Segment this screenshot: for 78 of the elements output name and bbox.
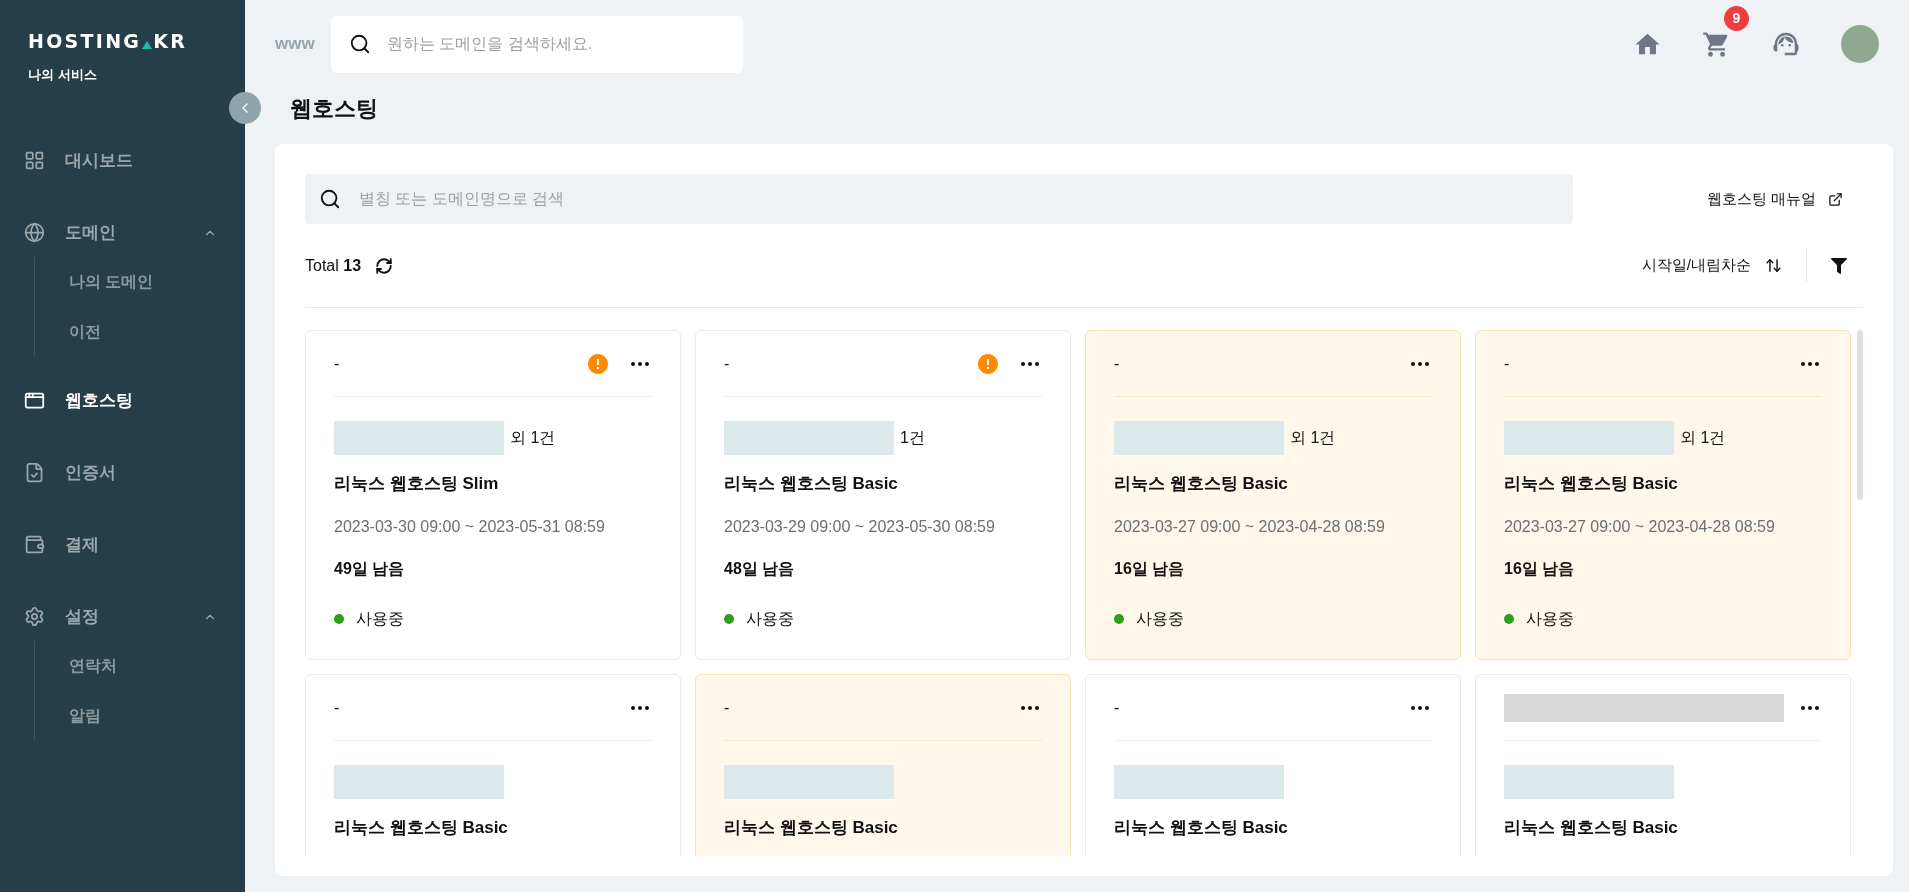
- logo: HOSTING KR: [28, 32, 189, 51]
- hosting-card[interactable]: - 리눅스 웹호스팅 Basic: [695, 674, 1071, 856]
- more-icon: [631, 705, 649, 710]
- sort-icon: [1765, 257, 1782, 274]
- nav-item[interactable]: 결제: [0, 508, 245, 581]
- window-icon: [24, 390, 45, 411]
- service-period: 2023-03-27 09:00 ~ 2023-04-28 08:59: [1504, 516, 1776, 537]
- domain-search-field[interactable]: 원하는 도메인을 검색하세요.: [330, 15, 743, 73]
- hosting-card[interactable]: - 외 1건 리눅스 웹호스팅 Slim 2023-03-30 09:00 ~ 2023-05-31 08:59 49일 남음 사용중: [305, 330, 681, 660]
- product-name: 리눅스 웹호스팅 Basic: [1114, 473, 1289, 495]
- more-icon: [1021, 361, 1039, 366]
- hosting-card[interactable]: - 외 1건 리눅스 웹호스팅 Basic 2023-03-27 09:00 ~ 2023-04-28 08:59 16일 남음 사용중: [1085, 330, 1461, 660]
- card-title: -: [334, 697, 340, 718]
- nav-subitem[interactable]: 이전: [35, 306, 245, 357]
- more-icon: [1801, 361, 1819, 366]
- more-icon: [1411, 705, 1429, 710]
- search-icon: [319, 188, 341, 210]
- hosting-card[interactable]: - 외 1건 리눅스 웹호스팅 Basic 2023-03-27 09:00 ~ 2023-04-28 08:59 16일 남음 사용중: [1475, 330, 1851, 660]
- domain-count: 외 1건: [1290, 428, 1336, 448]
- days-remaining: 16일 남음: [1504, 558, 1576, 579]
- product-name: 리눅스 웹호스팅 Basic: [1504, 817, 1679, 839]
- www-label: www: [275, 33, 315, 56]
- domain-count: 1건: [900, 428, 925, 448]
- days-remaining: 49일 남음: [334, 558, 406, 579]
- domain-count: 외 1건: [510, 428, 556, 448]
- service-period: 2023-03-29 09:00 ~ 2023-05-30 08:59: [724, 516, 996, 537]
- collapse-button[interactable]: [229, 92, 261, 124]
- card-title: -: [1114, 353, 1120, 374]
- more-icon: [1411, 361, 1429, 366]
- hosting-card[interactable]: 리눅스 웹호스팅 Basic: [1475, 674, 1851, 856]
- card-title: -: [724, 353, 730, 374]
- document-check-icon: [24, 462, 45, 483]
- manual-link[interactable]: 웹호스팅 매뉴얼: [1593, 187, 1863, 211]
- card-title: -: [1114, 697, 1120, 718]
- days-remaining: 48일 남음: [724, 558, 796, 579]
- more-icon: [1021, 705, 1039, 710]
- domain-count: 외 1건: [1680, 428, 1726, 448]
- status-label: 사용중: [746, 608, 794, 629]
- card-title: -: [1504, 353, 1510, 374]
- product-name: 리눅스 웹호스팅 Slim: [334, 473, 500, 495]
- product-name: 리눅스 웹호스팅 Basic: [1114, 817, 1289, 839]
- more-icon: [1801, 705, 1819, 710]
- more-icon: [631, 361, 649, 366]
- scrollbar[interactable]: [1857, 330, 1863, 500]
- sidebar-subtitle: 나의 서비스: [28, 66, 98, 84]
- card-title: -: [724, 697, 730, 718]
- grid-icon: [24, 150, 45, 171]
- service-period: 2023-03-27 09:00 ~ 2023-04-28 08:59: [1114, 516, 1386, 537]
- hosting-card[interactable]: - 리눅스 웹호스팅 Basic: [305, 674, 681, 856]
- settings-icon: [24, 606, 45, 627]
- hosting-search-field[interactable]: 별칭 또는 도메인명으로 검색: [305, 174, 1573, 224]
- wallet-icon: [24, 534, 45, 555]
- page-title: 웹호스팅: [289, 94, 379, 123]
- nav-subitem[interactable]: 알림: [35, 690, 245, 741]
- product-name: 리눅스 웹호스팅 Basic: [724, 817, 899, 839]
- service-period: 2023-03-30 09:00 ~ 2023-05-31 08:59: [334, 516, 606, 537]
- total-count: Total 13: [305, 255, 362, 276]
- card-title: -: [334, 353, 340, 374]
- filter-icon[interactable]: [1831, 257, 1847, 274]
- triangle-icon: [142, 41, 153, 49]
- globe-icon: [24, 222, 45, 243]
- sort-button[interactable]: 시작일/내림차순: [1641, 254, 1782, 277]
- refresh-icon[interactable]: [375, 256, 394, 275]
- hosting-card[interactable]: - 1건 리눅스 웹호스팅 Basic 2023-03-29 09:00 ~ 2023-05-30 08:59 48일 남음 사용중: [695, 330, 1071, 660]
- product-name: 리눅스 웹호스팅 Basic: [1504, 473, 1679, 495]
- nav-item[interactable]: 인증서: [0, 436, 245, 509]
- days-remaining: 16일 남음: [1114, 558, 1186, 579]
- cart-count-badge: 9: [1724, 5, 1749, 31]
- status-label: 사용중: [1136, 608, 1184, 629]
- product-name: 리눅스 웹호스팅 Basic: [334, 817, 509, 839]
- nav-item[interactable]: 웹호스팅: [0, 364, 245, 437]
- external-link-icon: [1828, 191, 1843, 207]
- search-icon: [348, 32, 371, 55]
- nav-item[interactable]: 대시보드: [0, 124, 245, 197]
- product-name: 리눅스 웹호스팅 Basic: [724, 473, 899, 495]
- status-label: 사용중: [1526, 608, 1574, 629]
- status-label: 사용중: [356, 608, 404, 629]
- hosting-card[interactable]: - 리눅스 웹호스팅 Basic: [1085, 674, 1461, 856]
